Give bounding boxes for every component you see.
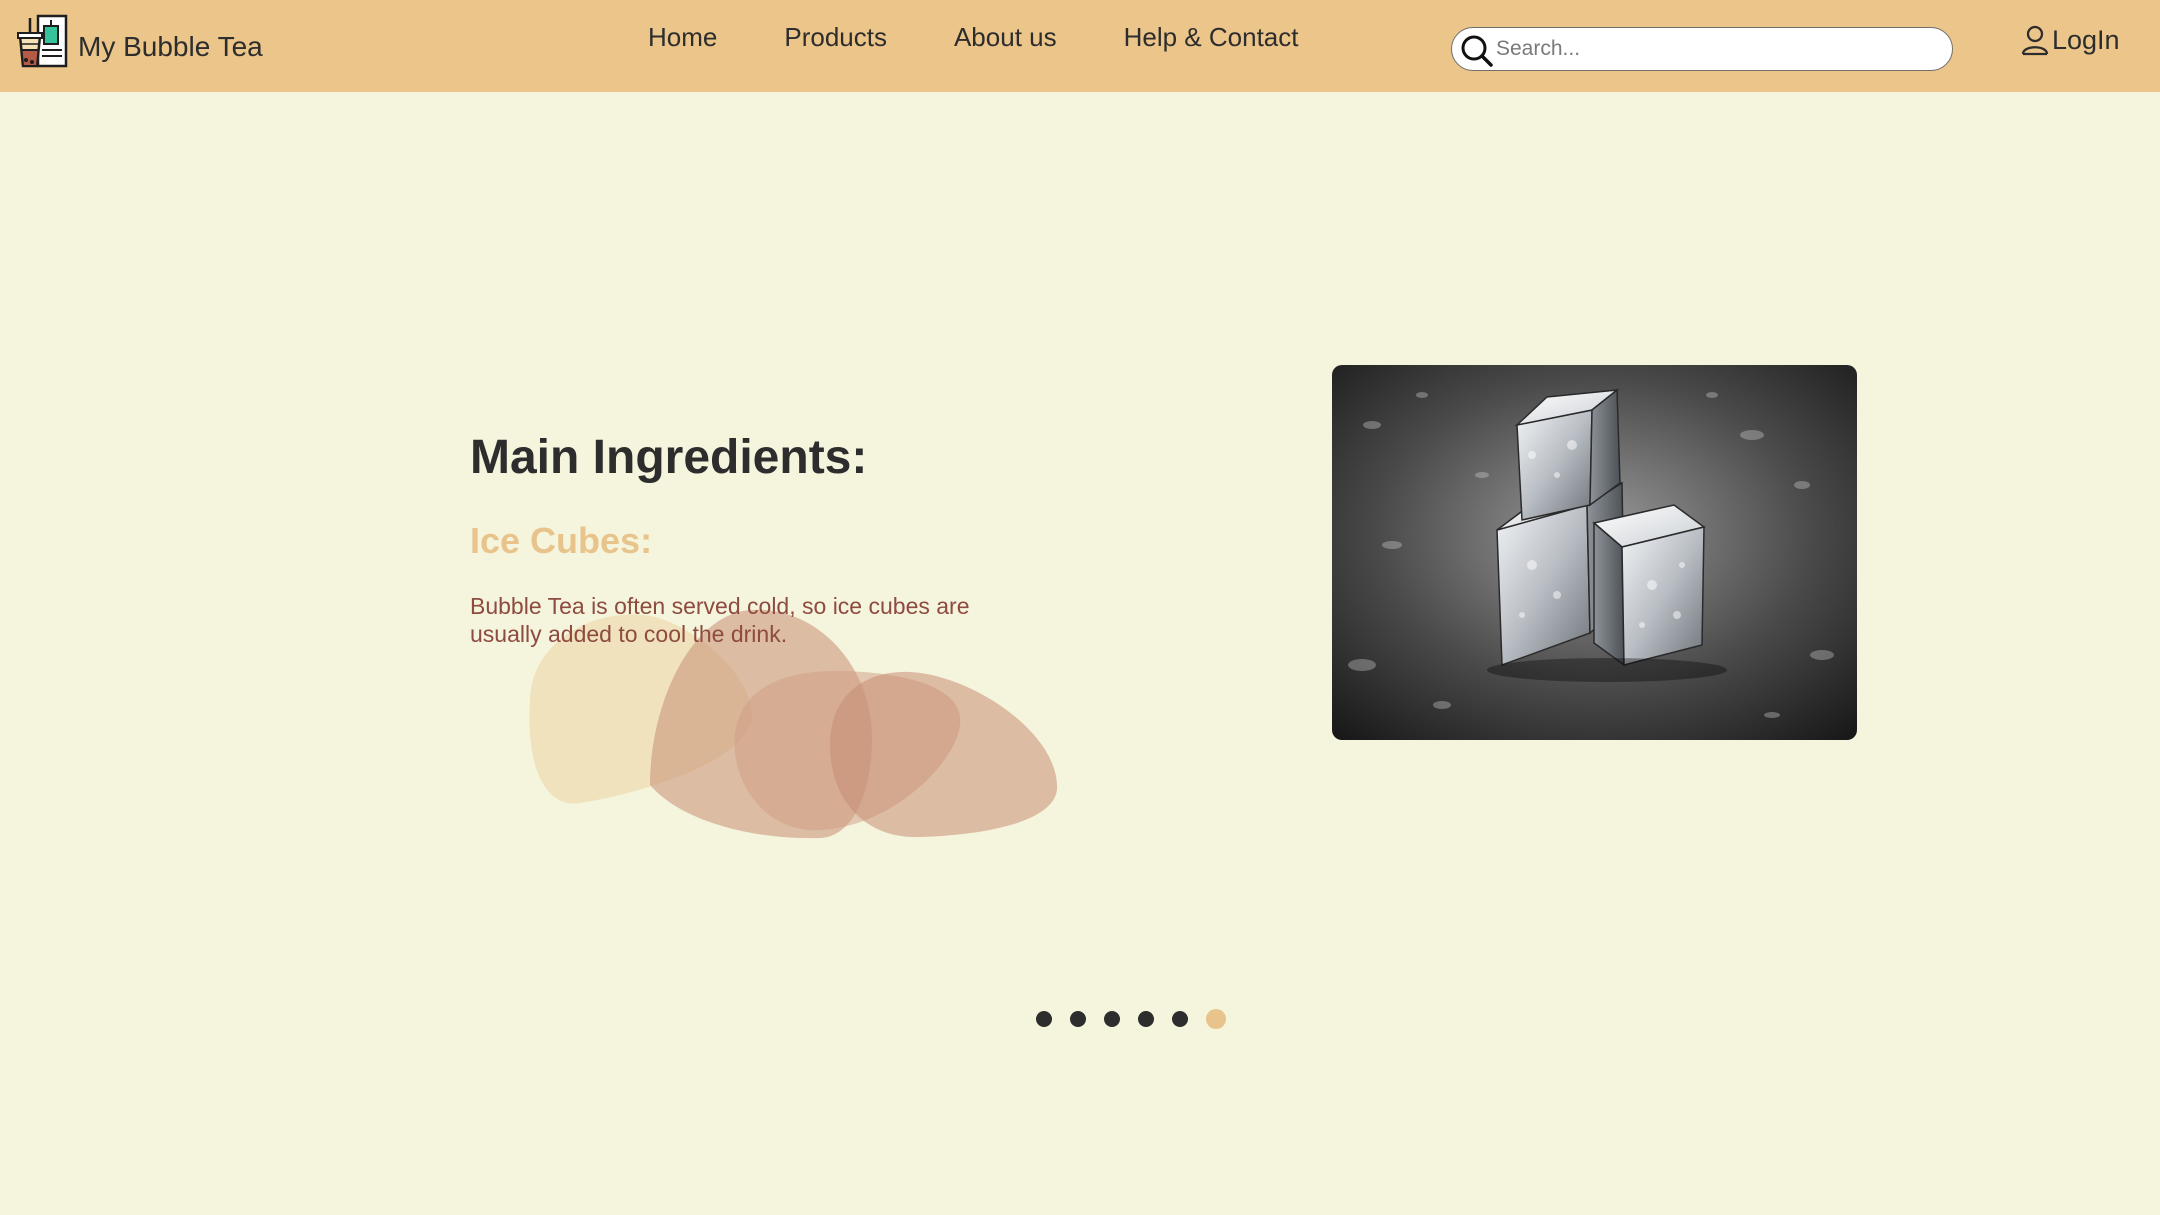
carousel-dot-2[interactable] — [1070, 1011, 1086, 1027]
ice-cubes-photo — [1332, 365, 1857, 740]
nav-products-link[interactable]: Products — [784, 22, 887, 53]
carousel-dot-1[interactable] — [1036, 1011, 1052, 1027]
bubble-tea-shop-icon — [17, 14, 68, 68]
search-box[interactable] — [1451, 27, 1953, 71]
nav-home-link[interactable]: Home — [648, 22, 717, 53]
login-button[interactable]: LogIn — [2020, 24, 2120, 56]
main-nav: Home Products About us Help & Contact — [648, 22, 1365, 53]
carousel-dot-5[interactable] — [1172, 1011, 1188, 1027]
brand-home-link[interactable]: My Bubble Tea — [16, 14, 263, 70]
brand-name: My Bubble Tea — [78, 31, 263, 62]
carousel-dot-3[interactable] — [1104, 1011, 1120, 1027]
nav-help-contact-link[interactable]: Help & Contact — [1124, 22, 1299, 53]
carousel-dot-4[interactable] — [1138, 1011, 1154, 1027]
nav-about-link[interactable]: About us — [954, 22, 1057, 53]
slide-title: Main Ingredients: — [470, 431, 868, 484]
carousel-dots — [1036, 1009, 1244, 1029]
blob-tan-right — [830, 671, 1058, 838]
carousel-dot-6-active[interactable] — [1206, 1009, 1226, 1029]
slide-description: Bubble Tea is often served cold, so ice … — [470, 593, 970, 647]
login-label: LogIn — [2052, 24, 2120, 55]
slide-subtitle: Ice Cubes: — [470, 520, 653, 561]
user-icon — [2021, 25, 2049, 56]
search-icon[interactable] — [1456, 30, 1496, 70]
ice-cubes-photo-graphic — [1332, 365, 1857, 740]
search-input[interactable] — [1494, 32, 1934, 66]
top-navbar: My Bubble Tea Home Products About us Hel… — [0, 0, 2160, 92]
